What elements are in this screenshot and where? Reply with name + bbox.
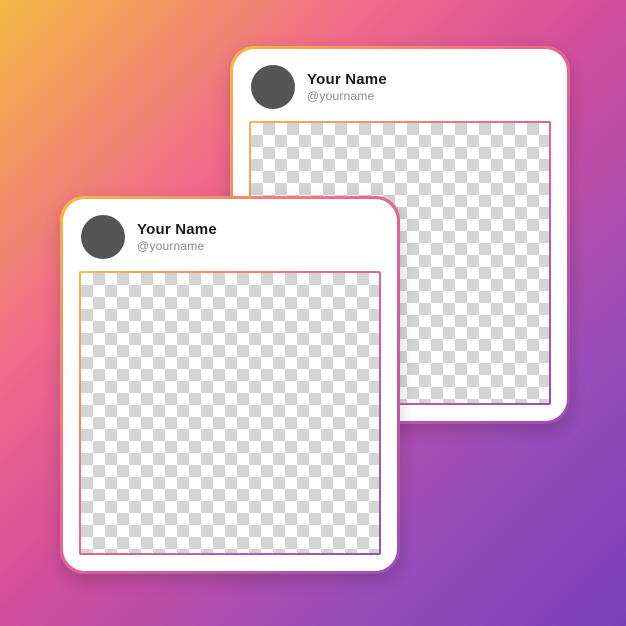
card-header: Your Name @yourname <box>233 49 567 121</box>
username-handle: @yourname <box>137 239 217 253</box>
avatar-icon <box>251 65 295 109</box>
display-name: Your Name <box>137 221 217 238</box>
username-handle: @yourname <box>307 89 387 103</box>
image-placeholder <box>81 273 379 553</box>
social-post-card-front: Your Name @yourname <box>60 196 400 574</box>
display-name: Your Name <box>307 71 387 88</box>
name-block: Your Name @yourname <box>307 71 387 103</box>
image-frame <box>79 271 381 555</box>
card-inner: Your Name @yourname <box>63 199 397 571</box>
avatar-icon <box>81 215 125 259</box>
name-block: Your Name @yourname <box>137 221 217 253</box>
card-header: Your Name @yourname <box>63 199 397 271</box>
